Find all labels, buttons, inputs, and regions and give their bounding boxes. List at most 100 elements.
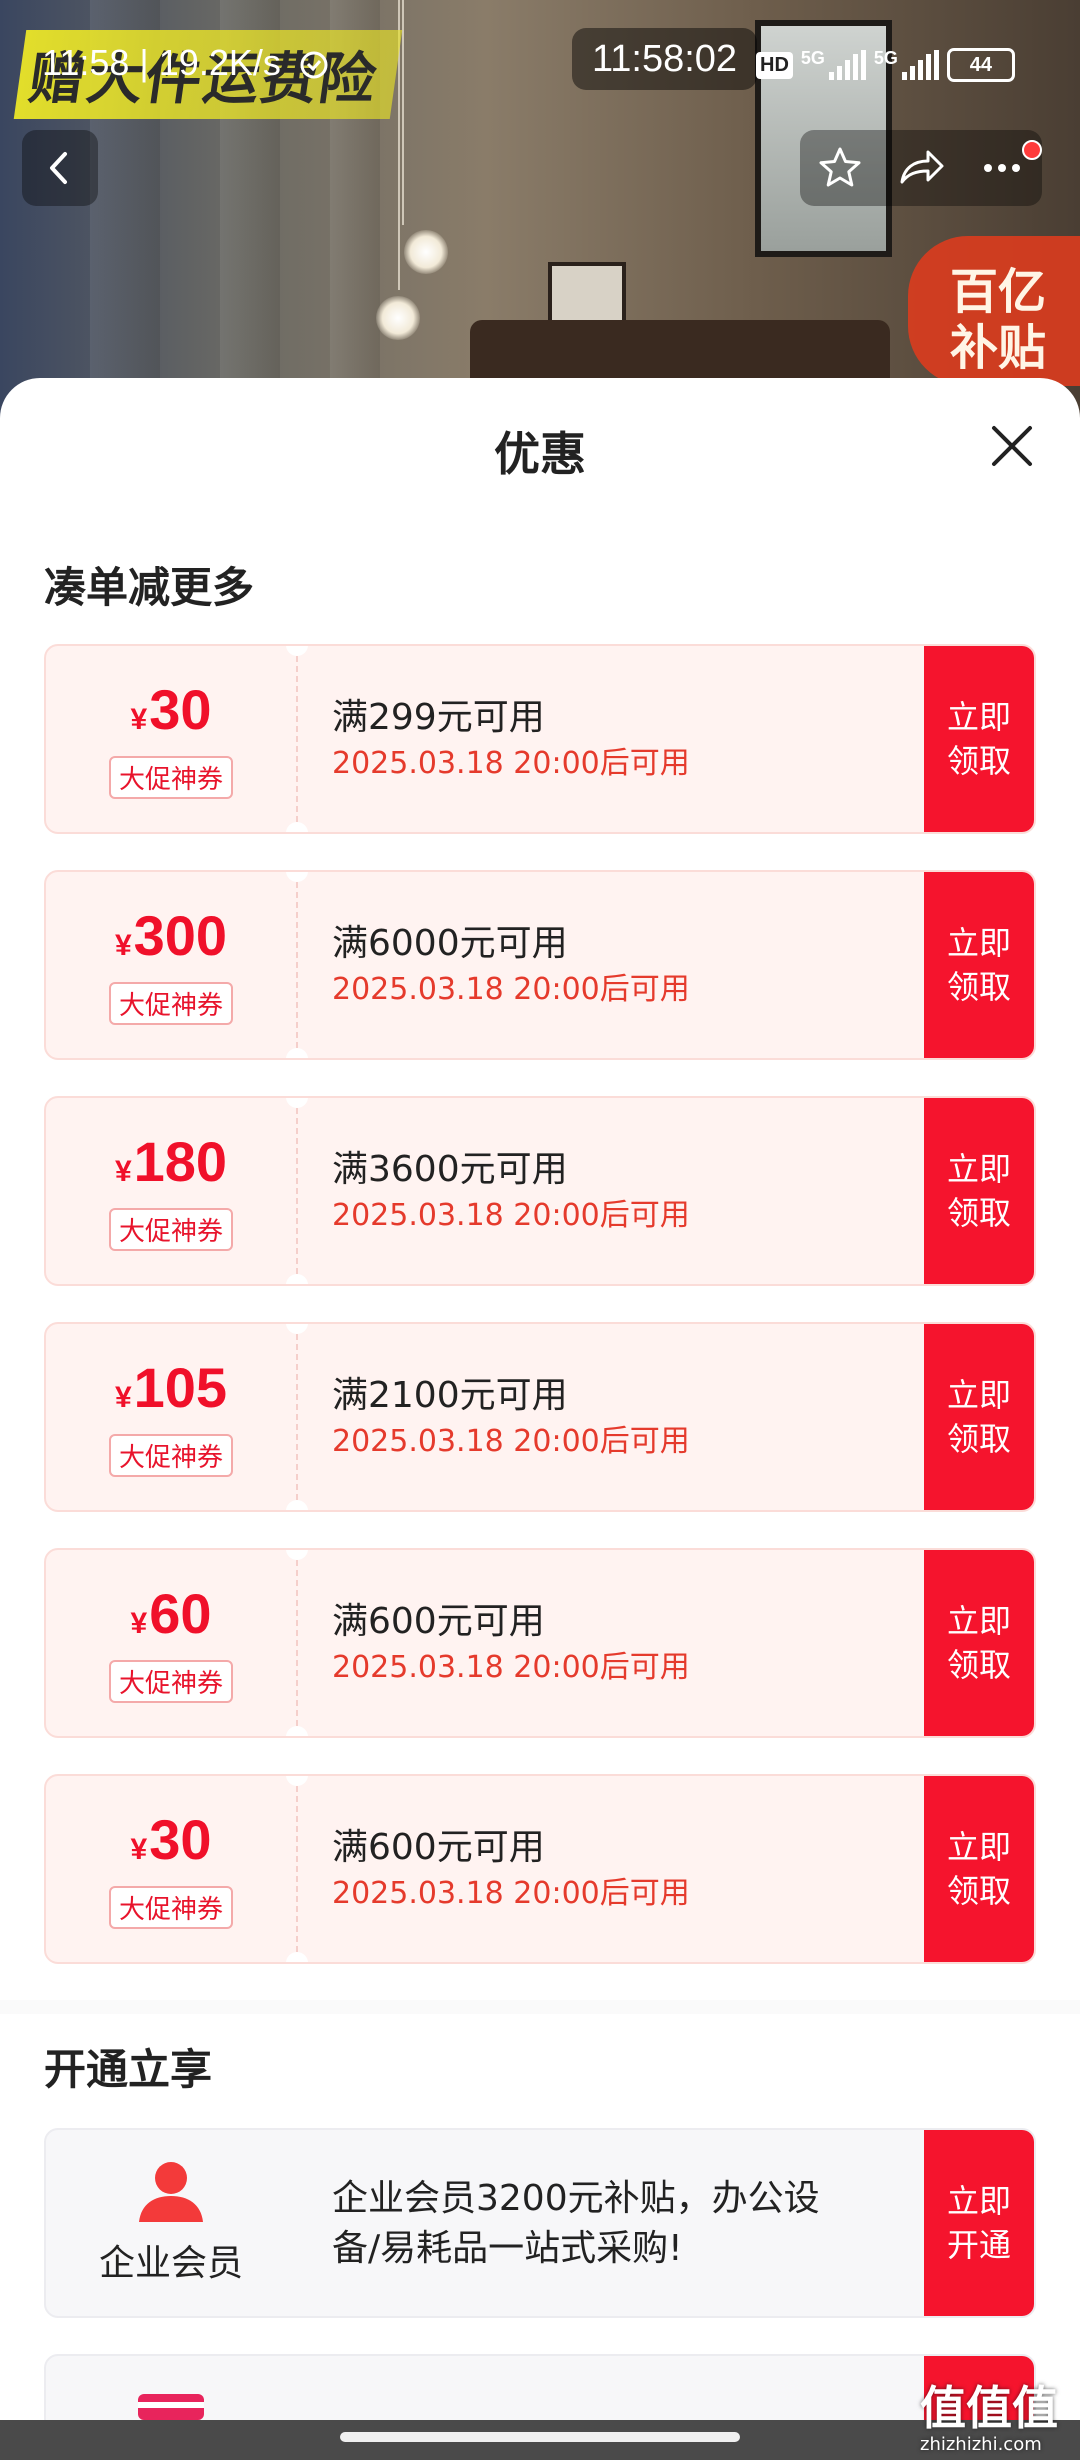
- currency-symbol: ¥: [130, 1606, 148, 1640]
- coupon-value: ¥300 大促神券: [46, 872, 296, 1058]
- membership-icon-wrap: 企业会员: [46, 2130, 296, 2316]
- star-icon[interactable]: [816, 144, 864, 192]
- claim-label-line2: 领取: [946, 742, 1011, 780]
- activate-button[interactable]: 立即 开通: [924, 2130, 1034, 2316]
- claim-label-line1: 立即: [946, 1376, 1011, 1414]
- coupon-tag: 大促神券: [108, 1433, 233, 1477]
- currency-symbol: ¥: [130, 702, 148, 736]
- membership-description-line1: 企业会员3200元补贴，办公设: [332, 2178, 820, 2219]
- signal-icon: [901, 50, 939, 80]
- coupon-divider: [296, 1108, 298, 1274]
- coupon-card: ¥300 大促神券 满6000元可用 2025.03.18 20:00后可用 立…: [44, 870, 1036, 1060]
- coupon-info: 满600元可用 2025.03.18 20:00后可用: [332, 1826, 690, 1914]
- claim-label-line1: 立即: [946, 698, 1011, 736]
- lamp-cord: [402, 0, 404, 225]
- claim-label-line1: 立即: [946, 924, 1011, 962]
- coupon-condition: 满3600元可用: [332, 1149, 568, 1190]
- claim-button[interactable]: 立即 领取: [924, 872, 1034, 1058]
- coupon-date: 2025.03.18 20:00后可用: [332, 1650, 690, 1685]
- coupon-divider: [296, 1786, 298, 1952]
- currency-symbol: ¥: [130, 1832, 148, 1866]
- claim-button[interactable]: 立即 领取: [924, 1550, 1034, 1736]
- section-divider: [0, 2000, 1080, 2014]
- watermark-subtext: zhizhizhi.com: [920, 2434, 1042, 2455]
- coupon-card: ¥30 大促神券 满600元可用 2025.03.18 20:00后可用 立即 …: [44, 1774, 1036, 1964]
- coupon-date: 2025.03.18 20:00后可用: [332, 746, 690, 781]
- coupon-divider: [296, 1560, 298, 1726]
- battery-icon: 44: [946, 48, 1015, 82]
- membership-card: 企业会员 企业会员3200元补贴，办公设 备/易耗品一站式采购! 立即 开通: [44, 2128, 1036, 2318]
- coupon-condition: 满2100元可用: [332, 1375, 568, 1416]
- subsidy-text-line1: 百亿: [950, 264, 1047, 320]
- network-speed: 11:58 | 19.2K/s: [42, 42, 331, 84]
- coupon-tag: 大促神券: [108, 1659, 233, 1703]
- currency-symbol: ¥: [114, 1380, 132, 1414]
- coupon-tag: 大促神券: [108, 755, 233, 799]
- claim-label-line1: 立即: [946, 1150, 1011, 1188]
- currency-symbol: ¥: [114, 928, 132, 962]
- claim-button[interactable]: 立即 领取: [924, 1324, 1034, 1510]
- sheet-title: 优惠: [494, 427, 586, 481]
- pendant-lamp: [404, 230, 448, 274]
- claim-label-line2: 领取: [946, 968, 1011, 1006]
- coupon-card: ¥105 大促神券 满2100元可用 2025.03.18 20:00后可用 立…: [44, 1322, 1036, 1512]
- 5g-label: 5G: [800, 48, 825, 68]
- membership-label: 企业会员: [98, 2243, 243, 2284]
- coupon-value: ¥180 大促神券: [46, 1098, 296, 1284]
- chevron-left-icon: [50, 152, 67, 184]
- 5g-label: 5G: [873, 48, 898, 68]
- more-dots-icon[interactable]: [978, 144, 1026, 192]
- coupon-divider: [296, 656, 298, 822]
- claim-button[interactable]: 立即 领取: [924, 1098, 1034, 1284]
- coupon-tag: 大促神券: [108, 1207, 233, 1251]
- claim-label-line1: 立即: [946, 1602, 1011, 1640]
- top-tools: [800, 130, 1042, 206]
- share-icon[interactable]: [896, 144, 946, 192]
- coupon-value: ¥60 大促神券: [46, 1550, 296, 1736]
- coupon-info: 满2100元可用 2025.03.18 20:00后可用: [332, 1374, 690, 1462]
- person-icon: [139, 2162, 203, 2222]
- home-indicator[interactable]: [340, 2432, 740, 2442]
- activate-label-line1: 立即: [946, 2182, 1011, 2220]
- coupon-card: ¥180 大促神券 满3600元可用 2025.03.18 20:00后可用 立…: [44, 1096, 1036, 1286]
- claim-label-line1: 立即: [946, 1828, 1011, 1866]
- coupon-value: ¥30 大促神券: [46, 1776, 296, 1962]
- coupon-condition: 满600元可用: [332, 1827, 545, 1868]
- coupon-amount: 180: [133, 1129, 228, 1193]
- watermark-text: 值值值: [920, 2381, 1058, 2435]
- coupon-amount: 105: [133, 1355, 228, 1419]
- claim-button[interactable]: 立即 领取: [924, 1776, 1034, 1962]
- hd-icon: HD: [756, 51, 793, 79]
- pendant-lamp: [376, 296, 420, 340]
- coupon-amount: 30: [149, 677, 212, 741]
- subsidy-badge[interactable]: 百亿 补贴: [908, 236, 1080, 386]
- coupon-date: 2025.03.18 20:00后可用: [332, 1876, 690, 1911]
- coupon-condition: 满299元可用: [332, 697, 545, 738]
- coupon-tag: 大促神券: [108, 981, 233, 1025]
- close-icon[interactable]: [988, 422, 1036, 470]
- coupon-amount: 30: [149, 1807, 212, 1871]
- card-icon: [138, 2394, 204, 2420]
- notification-dot: [1022, 140, 1042, 160]
- back-button[interactable]: [22, 130, 98, 206]
- activate-label-line2: 开通: [946, 2226, 1011, 2264]
- coupon-info: 满600元可用 2025.03.18 20:00后可用: [332, 1600, 690, 1688]
- signal-icon: [828, 50, 866, 80]
- status-icons: HD 5G 5G 44: [756, 48, 1015, 82]
- coupon-info: 满3600元可用 2025.03.18 20:00后可用: [332, 1148, 690, 1236]
- watermark: 值值值 zhizhizhi.com: [920, 2372, 1058, 2455]
- coupon-value: ¥30 大促神券: [46, 646, 296, 832]
- coupon-condition: 满600元可用: [332, 1601, 545, 1642]
- coupon-date: 2025.03.18 20:00后可用: [332, 1198, 690, 1233]
- coupon-divider: [296, 882, 298, 1048]
- claim-button[interactable]: 立即 领取: [924, 646, 1034, 832]
- coupon-card: ¥60 大促神券 满600元可用 2025.03.18 20:00后可用 立即 …: [44, 1548, 1036, 1738]
- membership-description-line2: 备/易耗品一站式采购!: [332, 2228, 683, 2269]
- coupon-amount: 60: [149, 1581, 212, 1645]
- coupon-tag: 大促神券: [108, 1885, 233, 1929]
- discount-sheet: 优惠 凑单减更多 ¥30 大促神券 满299元可用 2025.03.18 20:…: [0, 378, 1080, 2460]
- membership-description: 企业会员3200元补贴，办公设 备/易耗品一站式采购!: [332, 2174, 892, 2274]
- currency-symbol: ¥: [114, 1154, 132, 1188]
- alarm-icon: [300, 51, 328, 79]
- coupon-amount: 300: [133, 903, 228, 967]
